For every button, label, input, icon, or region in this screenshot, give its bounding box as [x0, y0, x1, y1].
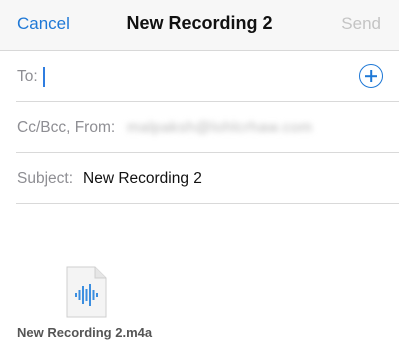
from-email-value[interactable]: malpaksh@lohlcrhaw.com	[127, 119, 312, 136]
send-button[interactable]: Send	[341, 14, 381, 34]
divider	[16, 203, 399, 204]
cc-bcc-from-label: Cc/Bcc, From:	[17, 119, 116, 136]
subject-field-row[interactable]: Subject: New Recording 2	[0, 153, 399, 204]
text-cursor	[43, 67, 45, 87]
navigation-bar: Cancel New Recording 2 Send	[0, 0, 399, 51]
subject-label: Subject:	[17, 170, 74, 187]
audio-file-icon[interactable]	[66, 266, 107, 318]
to-field-row[interactable]: To:	[0, 51, 399, 102]
page-title: New Recording 2	[126, 13, 273, 33]
subject-input[interactable]: New Recording 2	[83, 170, 202, 188]
add-contact-button[interactable]	[359, 64, 383, 88]
cc-from-field-row[interactable]: Cc/Bcc, From: malpaksh@lohlcrhaw.com	[0, 102, 399, 153]
attachment-filename: New Recording 2.m4a	[17, 325, 153, 340]
to-label: To:	[17, 68, 38, 85]
